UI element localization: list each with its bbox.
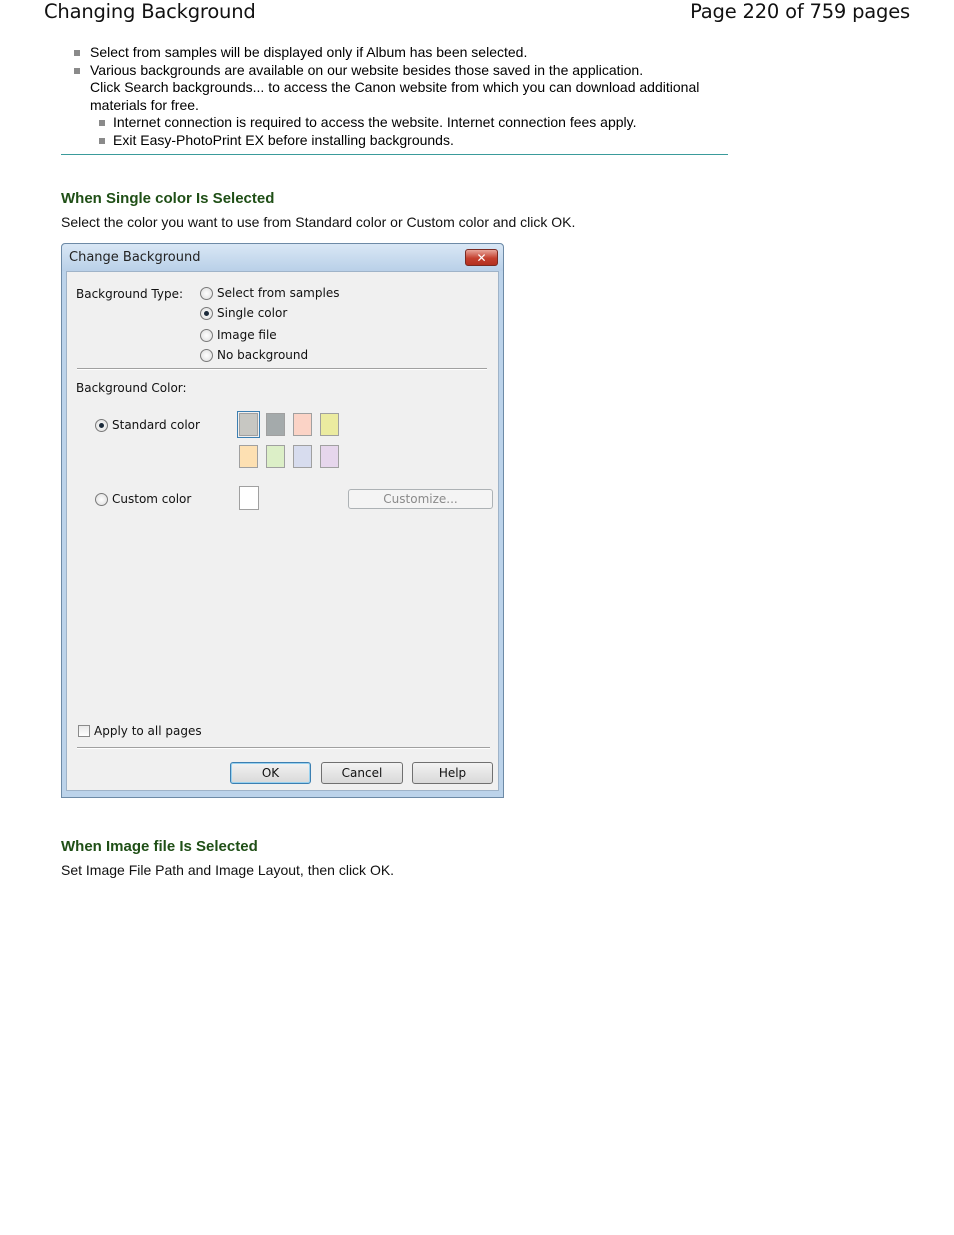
radio-label-standard-color: Standard color	[112, 418, 200, 432]
radio-label-select-from-samples: Select from samples	[217, 286, 340, 300]
page-title: Changing Background	[44, 0, 256, 23]
section-heading-image-file: When Image file Is Selected	[61, 838, 258, 855]
radio-no-background[interactable]	[200, 349, 213, 362]
note-item: Select from samples will be displayed on…	[73, 44, 733, 62]
cancel-button[interactable]: Cancel	[321, 762, 403, 784]
close-button[interactable]: ✕	[465, 249, 498, 266]
subnotes-list: Internet connection is required to acces…	[96, 114, 733, 149]
radio-label-single-color: Single color	[217, 306, 288, 320]
square-bullet-icon	[74, 50, 80, 56]
square-bullet-icon	[74, 67, 80, 74]
radio-custom-color[interactable]	[95, 493, 108, 506]
customize-button[interactable]: Customize...	[348, 489, 493, 509]
separator	[77, 368, 487, 370]
section-text-single-color: Select the color you want to use from St…	[61, 214, 576, 230]
note-text: Various backgrounds are available on our…	[90, 61, 644, 78]
separator	[77, 747, 490, 749]
color-swatch[interactable]	[239, 445, 258, 468]
background-color-label: Background Color:	[76, 381, 187, 395]
radio-standard-color[interactable]	[95, 419, 108, 432]
note-text: Click Search backgrounds... to access th…	[90, 79, 700, 113]
ok-button[interactable]: OK	[230, 762, 311, 784]
radio-label-custom-color: Custom color	[112, 492, 192, 506]
section-text-image-file: Set Image File Path and Image Layout, th…	[61, 862, 395, 878]
subnote-text: Internet connection is required to acces…	[113, 114, 637, 130]
note-text: Select from samples will be displayed on…	[90, 44, 528, 60]
color-swatch[interactable]	[320, 445, 339, 468]
color-swatch[interactable]	[320, 413, 339, 436]
color-swatch[interactable]	[237, 411, 260, 438]
radio-label-no-background: No background	[217, 348, 309, 362]
color-swatch[interactable]	[266, 413, 285, 436]
page-number: Page 220 of 759 pages	[690, 0, 910, 23]
custom-color-preview[interactable]	[239, 486, 259, 510]
dialog-client-area: Background Type: Select from samples Sin…	[66, 271, 499, 791]
radio-label-image-file: Image file	[217, 328, 277, 342]
apply-to-all-pages-label: Apply to all pages	[94, 724, 202, 738]
change-background-dialog: Change Background ✕ Background Type: Sel…	[61, 243, 504, 798]
notes-list: Select from samples will be displayed on…	[73, 44, 733, 149]
color-swatch[interactable]	[266, 445, 285, 468]
dialog-titlebar: Change Background ✕	[62, 244, 503, 271]
section-heading-single-color: When Single color Is Selected	[61, 190, 275, 207]
help-button[interactable]: Help	[412, 762, 493, 784]
divider	[61, 154, 728, 155]
close-icon: ✕	[476, 251, 487, 265]
color-swatch[interactable]	[293, 413, 312, 436]
square-bullet-icon	[99, 120, 105, 126]
apply-to-all-pages-checkbox[interactable]	[78, 725, 90, 737]
color-swatch[interactable]	[293, 445, 312, 468]
radio-image-file[interactable]	[200, 329, 213, 342]
background-type-label: Background Type:	[76, 287, 184, 301]
subnote-item: Internet connection is required to acces…	[96, 114, 733, 132]
square-bullet-icon	[99, 137, 105, 144]
note-item: Various backgrounds are available on our…	[73, 62, 733, 115]
subnote-item: Exit Easy-PhotoPrint EX before installin…	[96, 132, 733, 150]
radio-select-from-samples[interactable]	[200, 287, 213, 300]
radio-single-color[interactable]	[200, 307, 213, 320]
subnote-text: Exit Easy-PhotoPrint EX before installin…	[113, 131, 454, 148]
dialog-title: Change Background	[69, 250, 201, 265]
